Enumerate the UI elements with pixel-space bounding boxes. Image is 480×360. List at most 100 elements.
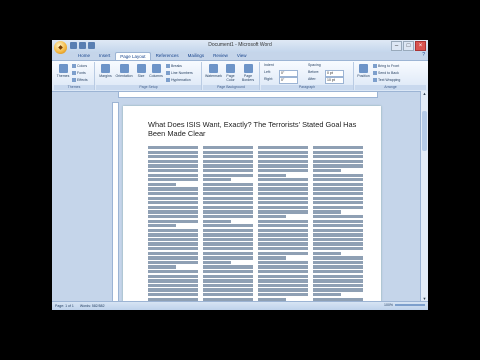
selected-text-line <box>258 178 308 182</box>
selected-text-line <box>203 178 231 182</box>
text-wrapping-button[interactable]: Text Wrapping <box>373 78 401 83</box>
group-themes: Themes Colors Fonts Effects Themes <box>54 62 95 90</box>
orientation-button[interactable]: Orientation <box>114 64 134 78</box>
document-page[interactable]: What Does ISIS Want, Exactly? The Terror… <box>123 106 381 310</box>
selected-text-line <box>203 155 253 159</box>
send-to-back-button[interactable]: Send to Back <box>373 71 399 76</box>
maximize-icon[interactable]: □ <box>403 41 414 51</box>
tab-references[interactable]: References <box>152 52 183 60</box>
text-columns <box>148 146 363 302</box>
text-column-3[interactable] <box>258 146 308 302</box>
help-icon[interactable]: ? <box>422 52 425 58</box>
selected-text-line <box>313 155 363 159</box>
watermark-button[interactable]: Watermark <box>205 64 222 78</box>
themes-button-label: Themes <box>56 74 70 78</box>
document-heading[interactable]: What Does ISIS Want, Exactly? The Terror… <box>148 120 363 138</box>
word-window: ◆ Document1 - Microsoft Word – □ × Home … <box>52 40 428 310</box>
scroll-thumb[interactable] <box>422 111 427 151</box>
vertical-scrollbar[interactable]: ▲ ▼ <box>420 91 428 302</box>
tab-view[interactable]: View <box>233 52 251 60</box>
selected-text-line <box>313 178 363 182</box>
margins-icon <box>101 64 110 73</box>
selected-text-line <box>258 159 308 164</box>
tab-mailings[interactable]: Mailings <box>184 52 209 60</box>
vertical-ruler[interactable] <box>112 102 119 304</box>
zoom-slider[interactable] <box>395 304 425 306</box>
tab-home[interactable]: Home <box>74 52 94 60</box>
columns-button[interactable]: Columns <box>148 64 164 78</box>
office-button[interactable]: ◆ <box>54 41 67 54</box>
breaks-button[interactable]: Breaks <box>166 64 182 69</box>
tab-page-layout[interactable]: Page Layout <box>115 52 151 60</box>
breaks-icon <box>166 64 170 69</box>
colors-icon <box>72 64 76 69</box>
close-icon[interactable]: × <box>415 41 426 51</box>
margins-button[interactable]: Margins <box>98 64 113 78</box>
effects-label: Effects <box>77 78 88 82</box>
bring-to-front-button[interactable]: Bring to Front <box>373 64 399 69</box>
breaks-label: Breaks <box>171 64 182 68</box>
text-column-4[interactable] <box>313 146 363 302</box>
selected-text-line <box>148 187 198 191</box>
line-numbers-label: Line Numbers <box>171 71 193 75</box>
selected-text-line <box>203 187 253 191</box>
zoom-level[interactable]: 100% <box>384 303 393 307</box>
spacing-heading: Spacing <box>308 63 321 67</box>
selected-text-line <box>148 214 198 219</box>
page-count[interactable]: Page: 1 of 1 <box>55 304 74 308</box>
spacing-after-label: After: <box>308 77 317 81</box>
line-numbers-button[interactable]: Line Numbers <box>166 71 193 76</box>
page-color-button[interactable]: Page Color <box>223 64 238 82</box>
orientation-label: Orientation <box>115 74 133 78</box>
text-wrapping-label: Text Wrapping <box>378 78 401 82</box>
indent-left-input[interactable]: 0" <box>279 70 298 77</box>
selected-text-line <box>258 260 308 265</box>
minimize-icon[interactable]: – <box>391 41 402 51</box>
indent-right-input[interactable]: 0" <box>279 77 298 84</box>
selected-text-line <box>203 233 253 237</box>
selected-text-line <box>203 173 253 177</box>
selected-text-line <box>258 150 308 154</box>
word-count[interactable]: Words: 582/582 <box>80 304 105 308</box>
selected-text-line <box>148 247 198 251</box>
selected-text-line <box>148 159 198 164</box>
selected-text-line <box>203 228 253 232</box>
selected-text-line <box>203 210 253 214</box>
selected-text-line <box>258 219 308 223</box>
colors-button[interactable]: Colors <box>72 64 87 69</box>
horizontal-ruler[interactable] <box>118 91 378 98</box>
selected-text-line <box>148 182 176 187</box>
position-button[interactable]: Position <box>356 64 371 78</box>
selected-text-line <box>148 251 198 255</box>
text-column-1[interactable] <box>148 146 198 302</box>
size-button[interactable]: Size <box>135 64 147 78</box>
send-to-back-label: Send to Back <box>378 71 399 75</box>
orientation-icon <box>119 64 129 73</box>
spacing-after-input[interactable]: 10 pt <box>325 77 344 84</box>
selected-text-line <box>258 233 308 237</box>
tab-insert[interactable]: Insert <box>95 52 114 60</box>
selected-text-line <box>203 242 253 246</box>
selected-text-line <box>313 247 363 251</box>
themes-button[interactable]: Themes <box>56 64 70 78</box>
line-numbers-icon <box>166 71 170 76</box>
selected-text-line <box>313 150 363 154</box>
effects-button[interactable]: Effects <box>72 78 88 83</box>
group-label-paragraph: Paragraph <box>261 85 353 90</box>
spacing-before-input[interactable]: 0 pt <box>325 70 344 77</box>
fonts-button[interactable]: Fonts <box>72 71 86 76</box>
ribbon: Themes Colors Fonts Effects Themes Margi… <box>52 60 428 92</box>
selected-text-line <box>203 219 231 223</box>
text-column-2[interactable] <box>203 146 253 302</box>
selected-text-line <box>148 274 198 278</box>
page-color-icon <box>226 64 235 73</box>
scroll-up-icon[interactable]: ▲ <box>421 91 428 97</box>
selected-text-line <box>148 233 198 237</box>
selected-text-line <box>313 187 363 191</box>
selected-text-line <box>148 155 198 159</box>
indent-right-label: Right: <box>264 77 274 81</box>
page-borders-button[interactable]: Page Borders <box>239 64 257 82</box>
hyphenation-button[interactable]: Hyphenation <box>166 78 191 83</box>
send-to-back-icon <box>373 71 377 76</box>
tab-review[interactable]: Review <box>209 52 232 60</box>
